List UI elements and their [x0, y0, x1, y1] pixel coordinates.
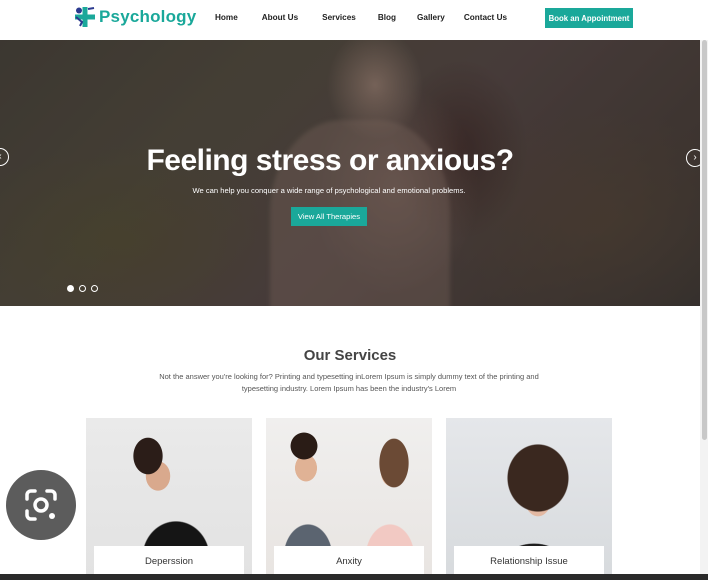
nav-home[interactable]: Home — [215, 13, 238, 22]
slider-dot-2[interactable] — [79, 285, 86, 292]
slider-dot-1[interactable] — [67, 285, 74, 292]
main-nav: Home About Us Services Blog Gallery Cont… — [215, 13, 507, 22]
nav-blog[interactable]: Blog — [378, 13, 396, 22]
scrollbar-thumb[interactable] — [702, 40, 707, 440]
nav-about-us[interactable]: About Us — [262, 13, 298, 22]
bottom-system-bar — [0, 574, 708, 580]
hero-content: Feeling stress or anxious? We can help y… — [0, 40, 700, 306]
service-card-depression[interactable]: Deperssion — [86, 418, 252, 580]
slider-dots — [67, 285, 98, 292]
logo[interactable]: Psychology — [74, 6, 196, 28]
service-card-relationship[interactable]: Relationship Issue — [446, 418, 612, 580]
services-title: Our Services — [303, 347, 397, 364]
page: Psychology Home About Us Services Blog G… — [0, 0, 708, 580]
nav-gallery[interactable]: Gallery — [417, 13, 445, 22]
hero-slider: Feeling stress or anxious? We can help y… — [0, 40, 700, 306]
logo-icon — [74, 6, 96, 28]
service-card-anxiety[interactable]: Anxity — [266, 418, 432, 580]
services-description: Not the answer you're looking for? Print… — [159, 372, 539, 393]
nav-contact-us[interactable]: Contact Us — [464, 13, 507, 22]
site-header: Psychology Home About Us Services Blog G… — [0, 0, 708, 40]
nav-services[interactable]: Services — [322, 13, 356, 22]
book-appointment-button[interactable]: Book an Appointment — [545, 8, 633, 28]
hero-title: Feeling stress or anxious? — [146, 144, 514, 177]
chevron-right-icon[interactable]: › — [686, 149, 700, 167]
logo-text: Psychology — [99, 7, 197, 26]
view-all-therapies-button[interactable]: View All Therapies — [291, 207, 367, 226]
google-lens-icon[interactable] — [6, 470, 76, 540]
hero-subtitle: We can help you conquer a wide range of … — [192, 186, 466, 195]
slider-dot-3[interactable] — [91, 285, 98, 292]
